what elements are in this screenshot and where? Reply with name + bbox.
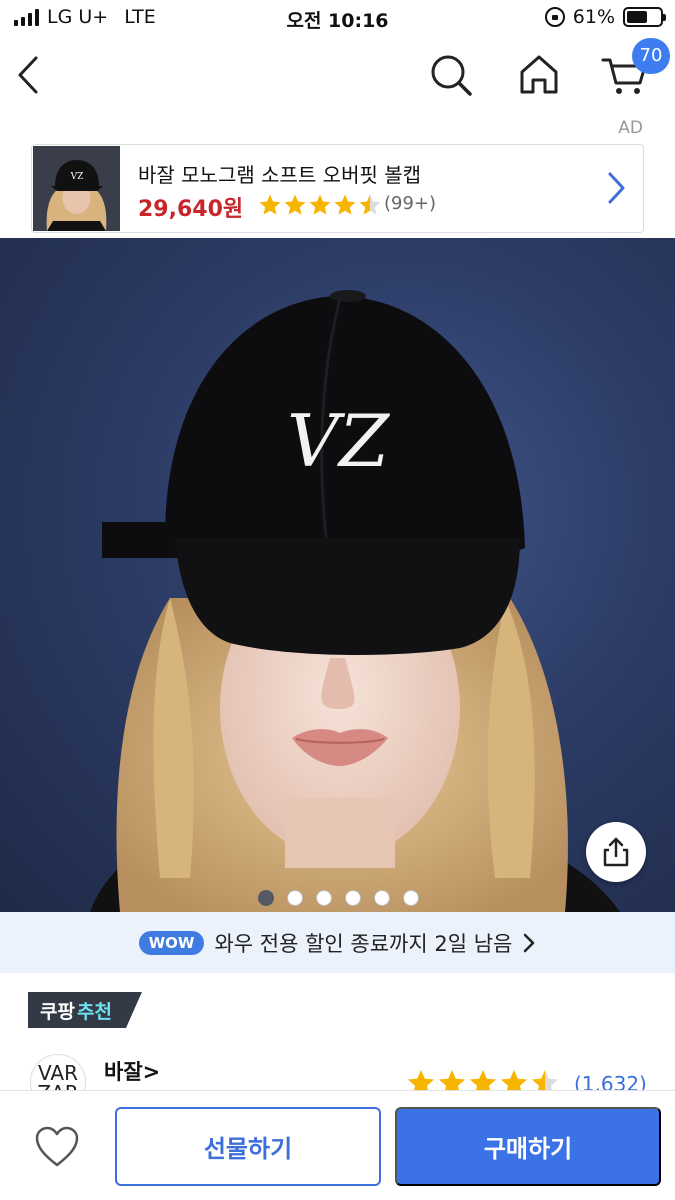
svg-text:VZ: VZ [70, 172, 84, 182]
rotation-lock-icon [544, 7, 565, 27]
battery-percent: 61% [572, 6, 615, 28]
rec-label-a: 쿠팡 [40, 1000, 75, 1023]
star-icon [284, 194, 306, 215]
home-button[interactable] [514, 50, 564, 100]
product-image[interactable]: VZ [0, 238, 675, 912]
pagination-dot[interactable] [258, 890, 274, 906]
back-button[interactable] [8, 50, 52, 100]
status-right: 61% [544, 6, 666, 28]
cap-logo: VZ [287, 399, 391, 483]
ad-review-count: (99+) [384, 193, 437, 214]
ad-label: AD [618, 118, 643, 138]
wow-badge: WOW [138, 930, 205, 955]
pagination-dot[interactable] [403, 890, 419, 906]
star-icon [359, 194, 381, 215]
ad-price: 29,640원 [138, 197, 244, 222]
share-icon [603, 837, 629, 867]
star-icon [259, 194, 281, 215]
bottom-action-bar: 선물하기 구매하기 [0, 1090, 675, 1200]
app-header [0, 40, 675, 110]
battery-fill [627, 11, 647, 23]
rec-label-b: 추천 [76, 1000, 112, 1023]
coupang-recommendation-tag: 쿠팡 추천 [28, 992, 142, 1028]
home-icon [520, 55, 558, 94]
buy-button[interactable]: 구매하기 [395, 1107, 661, 1186]
brand-logo-line1: VAR [38, 1061, 78, 1085]
search-icon [431, 55, 472, 96]
pagination-dot[interactable] [345, 890, 361, 906]
ad-thumbnail: VZ [33, 146, 120, 231]
product-photo: VZ [90, 290, 620, 912]
star-icon [309, 194, 331, 215]
ad-banner[interactable]: VZ 바잘 모노그램 소프트 오버핏 볼캡 29,640원 (99+) [31, 144, 644, 233]
back-icon [18, 56, 38, 94]
image-pagination [258, 890, 419, 906]
pagination-dot[interactable] [374, 890, 390, 906]
wishlist-button[interactable] [34, 1125, 80, 1169]
search-button[interactable] [426, 50, 476, 100]
cart-count-badge: 70 [632, 38, 670, 74]
pagination-dot[interactable] [287, 890, 303, 906]
brand-name-link[interactable]: 바잘> [104, 1056, 160, 1086]
wow-banner-text: 와우 전용 할인 종료까지 2일 남음 [214, 931, 513, 956]
wow-discount-banner[interactable]: WOW 와우 전용 할인 종료까지 2일 남음 [0, 912, 675, 973]
status-bar: LG U+ LTE 오전 10:16 61% [0, 0, 675, 38]
heart-icon [35, 1126, 79, 1167]
ad-rating-stars [258, 193, 382, 217]
pagination-dot[interactable] [316, 890, 332, 906]
share-button[interactable] [586, 822, 646, 882]
gift-button[interactable]: 선물하기 [115, 1107, 381, 1186]
chevron-right-icon [608, 172, 625, 204]
ad-title: 바잘 모노그램 소프트 오버핏 볼캡 [138, 163, 422, 187]
chevron-right-icon [524, 933, 535, 952]
battery-icon [623, 7, 666, 27]
star-icon [334, 194, 356, 215]
